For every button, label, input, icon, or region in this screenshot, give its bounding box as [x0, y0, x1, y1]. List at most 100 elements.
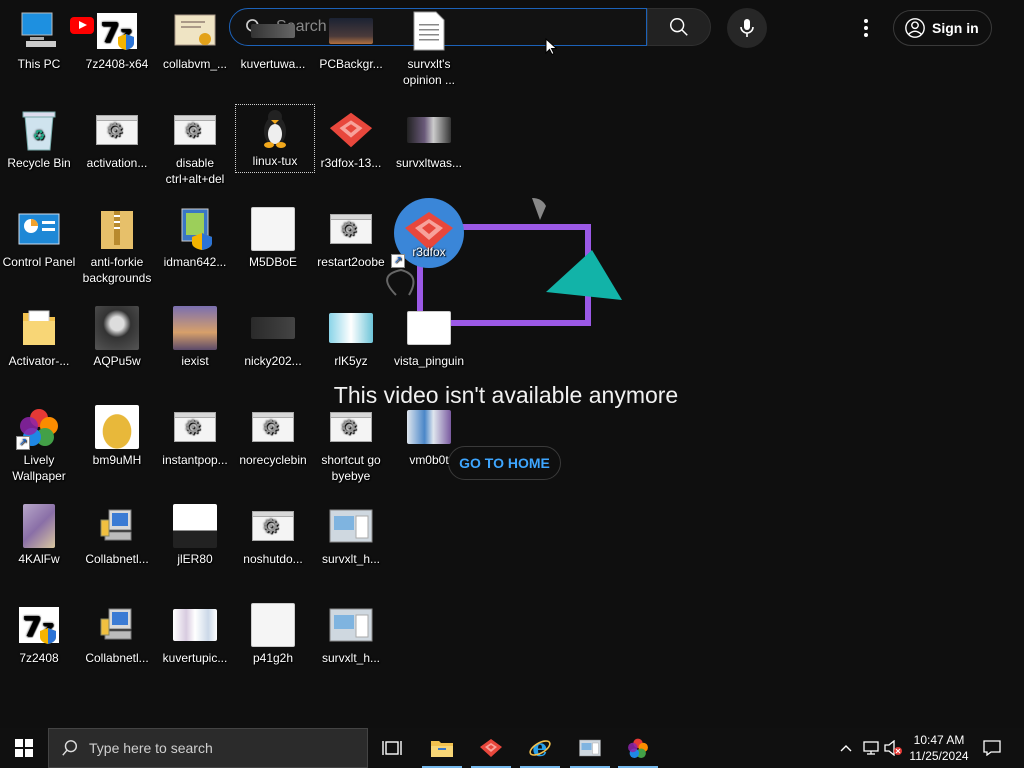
icon-label: instantpop...: [162, 453, 228, 467]
voice-search-button[interactable]: [727, 8, 767, 48]
icon-label: disable ctrl+alt+del: [165, 156, 225, 186]
image-thumbnail-icon: [406, 404, 452, 450]
desktop-icon-restart2oobe[interactable]: restart2oobe: [312, 206, 390, 270]
desktop-icon-activator[interactable]: Activator-...: [0, 305, 78, 369]
settings-file-icon: [172, 107, 218, 153]
icon-label: rlK5yz: [334, 354, 368, 368]
desktop-icon-m5dboe[interactable]: M5DBoE: [234, 206, 312, 270]
desktop-icon-vista-pinguin[interactable]: vista_pinguin: [390, 305, 468, 369]
youtube-search-button[interactable]: [647, 8, 711, 46]
desktop-icon-collabvm[interactable]: collabvm_...: [156, 8, 234, 72]
desktop-icon-this-pc[interactable]: This PC: [0, 8, 78, 72]
desktop-icon-iexist[interactable]: iexist: [156, 305, 234, 369]
more-options-icon[interactable]: [856, 14, 876, 42]
icon-label: shortcut go byebye: [321, 453, 381, 483]
app-window-button[interactable]: [566, 728, 614, 768]
icon-label: 4KAlFw: [18, 552, 60, 566]
svg-text:7: 7: [22, 610, 41, 643]
settings-file-icon: [94, 107, 140, 153]
desktop-icon-kuvertupic[interactable]: kuvertupic...: [156, 602, 234, 666]
desktop-icon-r3dfox-13[interactable]: r3dfox-13...: [312, 107, 390, 171]
image-thumbnail-icon: [16, 503, 62, 549]
icon-label: idman642...: [163, 255, 227, 269]
desktop-icon-idman[interactable]: idman642...: [156, 206, 234, 270]
taskbar-search-placeholder: Type here to search: [89, 740, 213, 756]
installer-icon: [172, 206, 218, 252]
task-view-button[interactable]: [368, 728, 416, 768]
show-hidden-icons-button[interactable]: [836, 728, 856, 768]
desktop-icon-shortcut-go-byebye[interactable]: shortcut go byebye: [312, 404, 390, 484]
desktop-icon-control-panel[interactable]: Control Panel: [0, 206, 78, 270]
desktop-icon-recycle-bin[interactable]: ♻ Recycle Bin: [0, 107, 78, 171]
image-thumbnail-icon: [94, 305, 140, 351]
r3dfox-icon: [328, 107, 374, 153]
clock-date: 11/25/2024: [909, 749, 969, 763]
system-clock[interactable]: 10:47 AM 11/25/2024: [902, 732, 976, 764]
desktop-icon-survxlt-h-1[interactable]: survxlt_h...: [312, 503, 390, 567]
windows-app-icon: [328, 503, 374, 549]
desktop-icon-4kalfw[interactable]: 4KAlFw: [0, 503, 78, 567]
desktop-icon-aqpu5w[interactable]: AQPu5w: [78, 305, 156, 369]
taskbar-search-box[interactable]: Type here to search: [48, 728, 368, 768]
svg-text:7: 7: [100, 16, 119, 49]
lively-wallpaper-taskbar-button[interactable]: [614, 728, 662, 768]
image-thumbnail-icon: [406, 305, 452, 351]
desktop-icon-survxltwas[interactable]: survxltwas...: [390, 107, 468, 171]
computer-icon: [16, 8, 62, 54]
desktop-icon-noshutdown[interactable]: noshutdo...: [234, 503, 312, 567]
start-button[interactable]: [0, 728, 48, 768]
internet-explorer-button[interactable]: e: [516, 728, 564, 768]
icon-label: kuvertuwa...: [240, 57, 306, 71]
desktop-icon-collabnetl-2[interactable]: Collabnetl...: [78, 602, 156, 666]
icon-label: activation...: [86, 156, 148, 170]
desktop-icon-7z2408[interactable]: 7z 7z2408: [0, 602, 78, 666]
desktop-icon-vm0b0t[interactable]: vm0b0t: [390, 404, 468, 468]
settings-file-icon: [328, 206, 374, 252]
desktop-icon-pcbackground[interactable]: PCBackgr...: [312, 8, 390, 72]
image-thumbnail-icon: [328, 8, 374, 54]
desktop-icon-jler80[interactable]: jlER80: [156, 503, 234, 567]
sign-in-label: Sign in: [932, 20, 979, 36]
icon-label: nicky202...: [244, 354, 302, 368]
icon-label: AQPu5w: [93, 354, 141, 368]
svg-text:♻: ♻: [33, 128, 46, 144]
desktop-icon-rlk5yz[interactable]: rlK5yz: [312, 305, 390, 369]
desktop-icon-linux-tux[interactable]: linux-tux: [235, 104, 315, 173]
icon-label: vm0b0t: [409, 453, 449, 467]
network-computer-icon: [94, 602, 140, 648]
desktop-icon-7z2408-x64[interactable]: 7z 7z2408-x64: [78, 8, 156, 72]
volume-tray-icon[interactable]: [882, 728, 904, 768]
sign-in-button[interactable]: Sign in: [893, 10, 992, 46]
image-thumbnail-icon: [94, 404, 140, 450]
desktop-icon-activation[interactable]: activation...: [78, 107, 156, 171]
desktop-icon-anti-forkie[interactable]: anti-forkie backgrounds: [78, 206, 156, 286]
file-explorer-button[interactable]: [418, 728, 466, 768]
icon-label: iexist: [181, 354, 209, 368]
internet-explorer-icon: e: [529, 736, 551, 760]
network-icon: [863, 741, 879, 755]
desktop-icon-survxlt-opinion[interactable]: survxlt's opinion ...: [390, 8, 468, 88]
desktop-icon-bm9umh[interactable]: bm9uMH: [78, 404, 156, 468]
r3dfox-taskbar-button[interactable]: [467, 728, 515, 768]
icon-label: Activator-...: [8, 354, 70, 368]
image-thumbnail-icon: [250, 305, 296, 351]
windows-app-icon: [579, 739, 601, 757]
search-icon: [670, 18, 688, 36]
desktop-icon-survxlt-h-2[interactable]: survxlt_h...: [312, 602, 390, 666]
control-panel-icon: [16, 206, 62, 252]
action-center-button[interactable]: [980, 728, 1004, 768]
network-tray-icon[interactable]: [860, 728, 882, 768]
desktop-icon-norecyclebin[interactable]: norecyclebin: [234, 404, 312, 468]
desktop-icon-r3dfox[interactable]: r3dfox: [390, 198, 468, 286]
desktop-icon-kuvertuwa[interactable]: kuvertuwa...: [234, 8, 312, 72]
desktop-icon-nicky[interactable]: nicky202...: [234, 305, 312, 369]
icon-label: Collabnetl...: [85, 651, 149, 665]
desktop-icon-lively-wallpaper[interactable]: Lively Wallpaper: [0, 404, 78, 484]
settings-file-icon: [250, 503, 296, 549]
desktop-icon-disable-ctrl-alt-del[interactable]: disable ctrl+alt+del: [156, 107, 234, 187]
settings-file-icon: [328, 404, 374, 450]
icon-label: r3dfox: [412, 245, 446, 259]
desktop-icon-p41g2h[interactable]: p41g2h: [234, 602, 312, 666]
desktop-icon-collabnetl-1[interactable]: Collabnetl...: [78, 503, 156, 567]
desktop-icon-instantpop[interactable]: instantpop...: [156, 404, 234, 468]
